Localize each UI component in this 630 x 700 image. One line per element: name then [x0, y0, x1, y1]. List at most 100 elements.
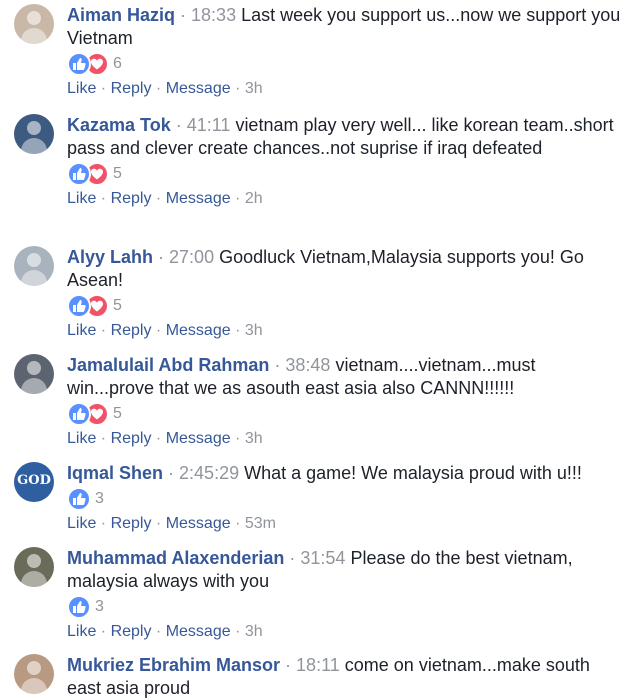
reply-link[interactable]: Reply — [111, 623, 152, 640]
comment-body: Iqmal Shen · 2:45:29 What a game! We mal… — [67, 462, 622, 534]
reactions-summary[interactable]: 5 — [67, 294, 622, 318]
like-link[interactable]: Like — [67, 430, 96, 447]
timestamp-separator: · — [269, 355, 286, 375]
avatar[interactable] — [14, 354, 54, 394]
reaction-count: 5 — [113, 165, 122, 182]
action-separator: · — [151, 190, 166, 207]
comment-text-block: Mukriez Ebrahim Mansor · 18:11 come on v… — [67, 654, 622, 700]
comment-age[interactable]: 2h — [245, 190, 263, 207]
reply-link[interactable]: Reply — [111, 322, 152, 339]
avatar-person-icon — [21, 138, 47, 154]
comment-actions: Like · Reply · Message · 3h — [67, 79, 622, 99]
avatar-person-icon — [27, 661, 41, 675]
like-link[interactable]: Like — [67, 623, 96, 640]
message-link[interactable]: Message — [166, 322, 231, 339]
comment-age[interactable]: 53m — [245, 515, 276, 532]
reply-link[interactable]: Reply — [111, 430, 152, 447]
message-link[interactable]: Message — [166, 430, 231, 447]
author-name-link[interactable]: Mukriez Ebrahim Mansor — [67, 655, 280, 675]
action-separator: · — [230, 430, 245, 447]
comment-body: Mukriez Ebrahim Mansor · 18:11 come on v… — [67, 654, 622, 700]
timestamp-separator: · — [153, 247, 170, 267]
avatar[interactable] — [14, 547, 54, 587]
comment-actions: Like · Reply · Message · 53m — [67, 514, 622, 534]
avatar[interactable] — [14, 654, 54, 694]
comment-text-block: Aiman Haziq · 18:33 Last week you suppor… — [67, 4, 622, 50]
comment-timestamp[interactable]: 38:48 — [285, 355, 330, 375]
reactions-summary[interactable]: 5 — [67, 162, 622, 186]
avatar-person-icon — [21, 270, 47, 286]
reply-link[interactable]: Reply — [111, 80, 152, 97]
avatar[interactable] — [14, 114, 54, 154]
reactions-summary[interactable]: 5 — [67, 402, 622, 426]
action-separator: · — [230, 623, 245, 640]
comment-timestamp[interactable]: 27:00 — [169, 247, 214, 267]
like-reaction-icon — [67, 294, 91, 318]
action-separator: · — [151, 322, 166, 339]
comment-actions: Like · Reply · Message · 2h — [67, 189, 622, 209]
reaction-count: 3 — [95, 598, 104, 615]
comment-timestamp[interactable]: 2:45:29 — [179, 463, 239, 483]
message-link[interactable]: Message — [166, 80, 231, 97]
comment-age[interactable]: 3h — [245, 322, 263, 339]
author-name-link[interactable]: Aiman Haziq — [67, 5, 175, 25]
avatar[interactable]: GOD — [14, 462, 54, 502]
message-link[interactable]: Message — [166, 515, 231, 532]
comment-text-block: Iqmal Shen · 2:45:29 What a game! We mal… — [67, 462, 622, 485]
reply-link[interactable]: Reply — [111, 515, 152, 532]
comment-timestamp[interactable]: 41:11 — [187, 115, 231, 135]
comment-age[interactable]: 3h — [245, 623, 263, 640]
comment-timestamp[interactable]: 18:33 — [191, 5, 236, 25]
comment-actions: Like · Reply · Message · 3h — [67, 429, 622, 449]
action-separator: · — [151, 430, 166, 447]
comment-text-block: Muhammad Alaxenderian · 31:54 Please do … — [67, 547, 622, 593]
avatar-person-icon — [21, 571, 47, 587]
author-name-link[interactable]: Jamalulail Abd Rahman — [67, 355, 269, 375]
like-link[interactable]: Like — [67, 190, 96, 207]
avatar-person-icon — [27, 253, 41, 267]
avatar-person-icon — [27, 554, 41, 568]
avatar-person-icon — [21, 678, 47, 694]
comment-body: Muhammad Alaxenderian · 31:54 Please do … — [67, 547, 622, 642]
like-reaction-icon — [67, 52, 91, 76]
comment-age[interactable]: 3h — [245, 430, 263, 447]
action-separator: · — [96, 430, 111, 447]
action-separator: · — [151, 80, 166, 97]
comment-body: Alyy Lahh · 27:00 Goodluck Vietnam,Malay… — [67, 246, 622, 341]
action-separator: · — [230, 515, 245, 532]
action-separator: · — [96, 623, 111, 640]
comment-timestamp[interactable]: 31:54 — [300, 548, 345, 568]
like-link[interactable]: Like — [67, 80, 96, 97]
avatar[interactable] — [14, 246, 54, 286]
message-link[interactable]: Message — [166, 190, 231, 207]
action-separator: · — [230, 80, 245, 97]
reply-link[interactable]: Reply — [111, 190, 152, 207]
avatar-person-icon — [27, 121, 41, 135]
avatar-person-icon — [27, 361, 41, 375]
timestamp-separator: · — [170, 115, 187, 135]
timestamp-separator: · — [175, 5, 192, 25]
comment-text-block: Alyy Lahh · 27:00 Goodluck Vietnam,Malay… — [67, 246, 622, 292]
author-name-link[interactable]: Alyy Lahh — [67, 247, 153, 267]
reactions-summary[interactable]: 3 — [67, 595, 622, 619]
action-separator: · — [230, 190, 245, 207]
author-name-link[interactable]: Iqmal Shen — [67, 463, 163, 483]
comment-timestamp[interactable]: 18:11 — [296, 655, 340, 675]
comment-body: Jamalulail Abd Rahman · 38:48 vietnam...… — [67, 354, 622, 449]
like-reaction-icon — [67, 402, 91, 426]
avatar[interactable] — [14, 4, 54, 44]
reaction-count: 5 — [113, 297, 122, 314]
reactions-summary[interactable]: 6 — [67, 52, 622, 76]
author-name-link[interactable]: Muhammad Alaxenderian — [67, 548, 284, 568]
reactions-summary[interactable]: 3 — [67, 487, 622, 511]
author-name-link[interactable]: Kazama Tok — [67, 115, 171, 135]
message-link[interactable]: Message — [166, 623, 231, 640]
like-reaction-icon — [67, 487, 91, 511]
avatar-person-icon — [27, 11, 41, 25]
like-link[interactable]: Like — [67, 515, 96, 532]
timestamp-separator: · — [163, 463, 180, 483]
action-separator: · — [151, 515, 166, 532]
comment-age[interactable]: 3h — [245, 80, 263, 97]
avatar-person-icon — [21, 28, 47, 44]
like-link[interactable]: Like — [67, 322, 96, 339]
